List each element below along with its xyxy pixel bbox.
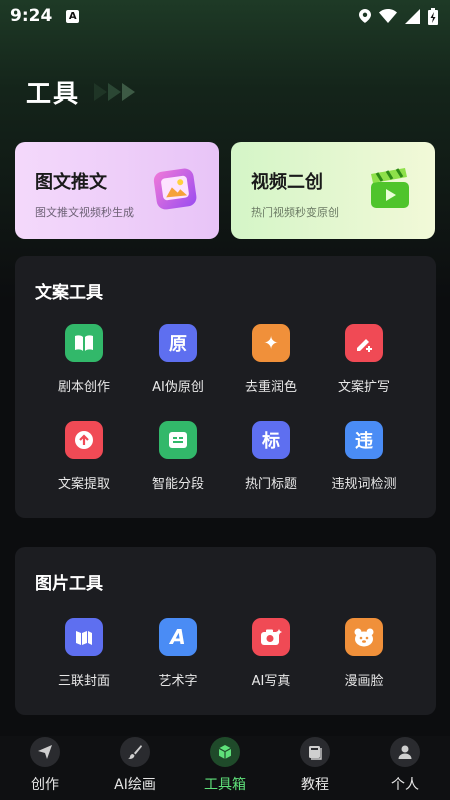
sparkle-icon: ✦ xyxy=(252,324,290,362)
section-title: 图片工具 xyxy=(35,574,103,594)
page-title: 工具 xyxy=(26,79,81,108)
nav-item-create[interactable]: 创作 xyxy=(0,736,90,800)
image-frame-icon xyxy=(153,168,197,210)
nav-label: 教程 xyxy=(301,777,329,793)
arrows-decoration-icon xyxy=(94,83,136,101)
feature-cards: 图文推文 图文推文视频秒生成 视频二创 热门视频秒变原创 xyxy=(15,142,435,239)
feature-card-video-remix[interactable]: 视频二创 热门视频秒变原创 xyxy=(231,142,435,239)
yuan-icon: 原 xyxy=(159,324,197,362)
upload-icon xyxy=(65,421,103,459)
tool-label: 艺术字 xyxy=(158,674,198,689)
camera-icon xyxy=(252,618,290,656)
feature-card-image-text[interactable]: 图文推文 图文推文视频秒生成 xyxy=(15,142,219,239)
bottom-nav: 创作 AI绘画 工具箱 教程 个人 xyxy=(0,736,450,800)
wifi-icon xyxy=(379,9,397,23)
tool-label: 去重润色 xyxy=(244,380,297,395)
nav-label: 个人 xyxy=(391,777,419,793)
tool-triptych-cover[interactable]: 三联封面 xyxy=(37,618,131,689)
user-icon xyxy=(390,737,420,767)
section-title: 文案工具 xyxy=(35,283,103,303)
pen-plus-icon xyxy=(345,324,383,362)
battery-icon xyxy=(428,7,438,25)
paper-plane-icon xyxy=(30,737,60,767)
nav-item-profile[interactable]: 个人 xyxy=(360,736,450,800)
tool-label: 漫画脸 xyxy=(344,674,384,689)
tool-ai-rewrite[interactable]: 原 AI伪原创 xyxy=(131,324,225,395)
status-bar: 9:24 A xyxy=(0,0,450,32)
wei-icon: 违 xyxy=(345,421,383,459)
tool-label: 智能分段 xyxy=(151,477,204,492)
nav-item-ai-painting[interactable]: AI绘画 xyxy=(90,736,180,800)
book-icon xyxy=(65,324,103,362)
tool-comic-face[interactable]: 漫画脸 xyxy=(317,618,411,689)
tool-label: AI伪原创 xyxy=(152,380,204,395)
tool-label: 文案提取 xyxy=(57,477,110,492)
image-tools-panel: 图片工具 三联封面 A 艺术字 AI写真 漫画脸 xyxy=(15,547,436,715)
signal-icon xyxy=(405,8,420,24)
book-stack-icon xyxy=(300,737,330,767)
location-icon xyxy=(359,9,371,23)
triptych-icon xyxy=(65,618,103,656)
status-time: 9:24 xyxy=(10,6,53,26)
tool-ai-portrait[interactable]: AI写真 xyxy=(224,618,318,689)
tool-label: 违规词检测 xyxy=(331,477,397,492)
tool-label: 热门标题 xyxy=(244,477,297,492)
tool-art-text[interactable]: A 艺术字 xyxy=(131,618,225,689)
tool-smart-segment[interactable]: 智能分段 xyxy=(131,421,225,492)
nav-item-tutorial[interactable]: 教程 xyxy=(270,736,360,800)
tool-label: 剧本创作 xyxy=(57,380,110,395)
nav-label: AI绘画 xyxy=(114,777,156,793)
nav-label: 工具箱 xyxy=(204,777,246,793)
tool-violation-check[interactable]: 违 违规词检测 xyxy=(317,421,411,492)
clapperboard-icon xyxy=(371,168,409,208)
brush-icon xyxy=(120,737,150,767)
notification-icon: A xyxy=(66,9,80,23)
paragraph-icon xyxy=(159,421,197,459)
tool-hot-titles[interactable]: 标 热门标题 xyxy=(224,421,318,492)
status-indicators xyxy=(359,7,438,25)
tool-label: 三联封面 xyxy=(57,674,110,689)
nav-item-toolbox[interactable]: 工具箱 xyxy=(180,736,270,800)
tool-dedup-polish[interactable]: ✦ 去重润色 xyxy=(224,324,318,395)
tool-copy-expand[interactable]: 文案扩写 xyxy=(317,324,411,395)
page-header: 工具 xyxy=(26,74,136,110)
cube-icon xyxy=(210,737,240,767)
art-a-icon: A xyxy=(159,618,197,656)
biao-icon: 标 xyxy=(252,421,290,459)
tool-label: AI写真 xyxy=(251,674,291,689)
nav-label: 创作 xyxy=(31,777,59,793)
tool-script-writing[interactable]: 剧本创作 xyxy=(37,324,131,395)
bear-face-icon xyxy=(345,618,383,656)
copy-tools-panel: 文案工具 剧本创作 原 AI伪原创 ✦ 去重润色 文案扩写 文案提取 智能分段 … xyxy=(15,256,436,518)
tool-copy-extract[interactable]: 文案提取 xyxy=(37,421,131,492)
tool-label: 文案扩写 xyxy=(337,380,390,395)
